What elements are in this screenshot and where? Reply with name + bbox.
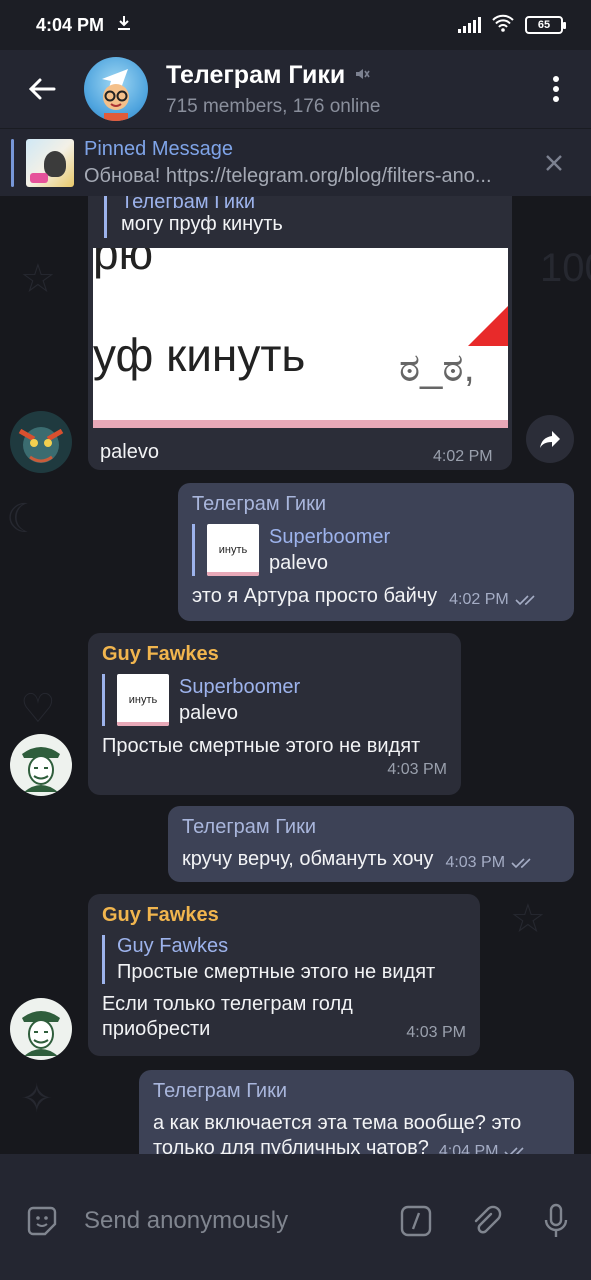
reply-name: Guy Fawkes — [117, 935, 229, 957]
group-title[interactable]: Телеграм Гики — [166, 61, 380, 90]
sticker-icon — [27, 1206, 57, 1236]
message-sender: Телеграм Гики — [153, 1080, 287, 1102]
user-avatar[interactable] — [10, 998, 72, 1060]
doodle-number-icon: 100 — [540, 246, 591, 290]
message-sender: Телеграм Гики — [192, 493, 326, 515]
reply-quote[interactable]: Guy Fawkes Простые смертные этого не вид… — [102, 935, 466, 984]
reply-text: palevo — [179, 701, 238, 724]
bot-commands-button[interactable] — [381, 1178, 451, 1264]
doodle-heart-icon: ♡ — [20, 687, 56, 731]
message-text-line2: приобрести — [102, 1018, 211, 1040]
reply-thumb-text: инуть — [218, 544, 248, 556]
chat-header: Телеграм Гики 715 members, 176 online — [0, 50, 591, 128]
group-title-text: Телеграм Гики — [166, 60, 346, 89]
message-bubble-incoming[interactable]: Guy Fawkes инуть Superboomer palevo Прос… — [88, 633, 461, 795]
message-text: palevo — [100, 441, 159, 463]
photo-text-line1: рю — [93, 248, 154, 279]
status-time: 4:04 PM — [36, 14, 105, 35]
message-time: 4:03 PM — [406, 1024, 466, 1041]
doodle-moon-icon: ☾ — [6, 497, 42, 541]
photo-text-line2: уф кинуть — [93, 329, 306, 381]
message-sender: Guy Fawkes — [102, 904, 219, 926]
message-meta: 4:04 PM — [439, 1143, 529, 1154]
message-text: это я Артура просто байчу — [192, 585, 438, 607]
double-check-icon — [511, 858, 531, 869]
voice-message-button[interactable] — [521, 1178, 591, 1264]
reply-text: Простые смертные этого не видят — [117, 961, 436, 983]
message-time: 4:02 PM — [433, 448, 493, 465]
message-text-line1: а как включается эта тема вообще? это — [153, 1112, 522, 1134]
muted-icon — [353, 61, 371, 90]
group-avatar[interactable] — [84, 57, 148, 121]
more-options-button[interactable] — [521, 50, 591, 128]
message-bubble-outgoing[interactable]: Телеграм Гики а как включается эта тема … — [139, 1070, 574, 1154]
message-text: кручу верчу, обмануть хочу — [182, 848, 434, 870]
paperclip-icon — [474, 1205, 502, 1234]
status-bar: 4:04 PM 65 — [0, 0, 591, 50]
message-text-line1: Если только телеграм голд — [102, 993, 353, 1015]
photo-face-text: ಠ_ಠ, — [399, 346, 475, 390]
photo-pink-strip — [93, 420, 508, 428]
user-avatar[interactable] — [10, 734, 72, 796]
pinned-accent-bar — [11, 138, 14, 187]
download-icon — [116, 15, 132, 36]
message-meta: 4:03 PM — [445, 854, 535, 872]
doodle-star-icon: ✧ — [20, 1077, 54, 1121]
doodle-star-icon: ☆ — [510, 897, 546, 941]
more-vertical-icon — [553, 76, 559, 102]
user-avatar[interactable] — [10, 411, 72, 473]
reply-thumb-text: инуть — [128, 694, 158, 706]
message-time: 4:02 PM — [449, 591, 509, 608]
reply-name: Superboomer — [269, 525, 391, 548]
message-time: 4:04 PM — [438, 1143, 499, 1154]
reply-name: Superboomer — [179, 675, 301, 698]
message-sender: Телеграм Гики — [182, 816, 316, 838]
attach-button[interactable] — [451, 1178, 521, 1264]
reply-quote[interactable]: инуть Superboomer palevo — [192, 524, 560, 576]
back-arrow-icon — [28, 78, 56, 100]
share-arrow-icon — [540, 431, 560, 448]
message-photo[interactable]: рю уф кинуть ಠ_ಠ, — [93, 248, 508, 428]
reply-text: могу пруф кинуть — [121, 213, 283, 235]
back-button[interactable] — [0, 50, 84, 128]
signal-icon — [458, 17, 481, 33]
slash-command-icon — [400, 1205, 432, 1237]
close-pinned-button[interactable] — [529, 129, 579, 197]
reply-quote[interactable]: инуть Superboomer palevo — [102, 674, 447, 726]
reply-text: palevo — [269, 551, 328, 574]
message-time: 4:03 PM — [445, 854, 506, 871]
doodle-star-icon: ☆ — [20, 257, 56, 301]
photo-red-shape — [468, 306, 508, 346]
share-button[interactable] — [526, 415, 574, 463]
message-sender: Guy Fawkes — [102, 643, 219, 665]
message-input-bar: Send anonymously — [0, 1154, 591, 1280]
message-input[interactable]: Send anonymously — [84, 1207, 381, 1235]
pinned-text: Обнова! https://telegram.org/blog/filter… — [84, 164, 492, 187]
emoji-button[interactable] — [0, 1178, 84, 1264]
close-icon — [546, 154, 562, 171]
chat-area[interactable]: ☆ 100 ☾ ✦ ♡ ◎ ☆ ✧ Телеграм Гики могу пру… — [0, 196, 591, 1154]
pinned-message-bar[interactable]: Pinned Message Обнова! https://telegram.… — [0, 128, 591, 196]
microphone-icon — [544, 1203, 568, 1237]
double-check-icon — [515, 595, 535, 606]
message-bubble-incoming[interactable]: Guy Fawkes Guy Fawkes Простые смертные э… — [88, 894, 480, 1056]
pinned-title: Pinned Message — [84, 137, 233, 160]
battery-icon: 65 — [525, 16, 566, 34]
reply-thumbnail: инуть — [117, 674, 169, 726]
wifi-icon — [491, 14, 515, 37]
message-time: 4:03 PM — [387, 761, 447, 778]
message-meta: 4:02 PM — [449, 591, 539, 609]
group-subtitle: 715 members, 176 online — [166, 95, 381, 117]
pinned-thumbnail — [26, 138, 74, 187]
message-bubble-outgoing[interactable]: Телеграм Гики инуть Superboomer palevo э… — [178, 483, 574, 621]
double-check-icon — [504, 1147, 525, 1154]
message-text: Простые смертные этого не видят — [102, 735, 421, 757]
reply-name: Телеграм Гики — [121, 196, 255, 208]
message-text-line2: только для публичных чатов? — [153, 1137, 429, 1154]
reply-thumbnail: инуть — [207, 524, 259, 576]
message-bubble-outgoing[interactable]: Телеграм Гики кручу верчу, обмануть хочу… — [168, 806, 574, 882]
